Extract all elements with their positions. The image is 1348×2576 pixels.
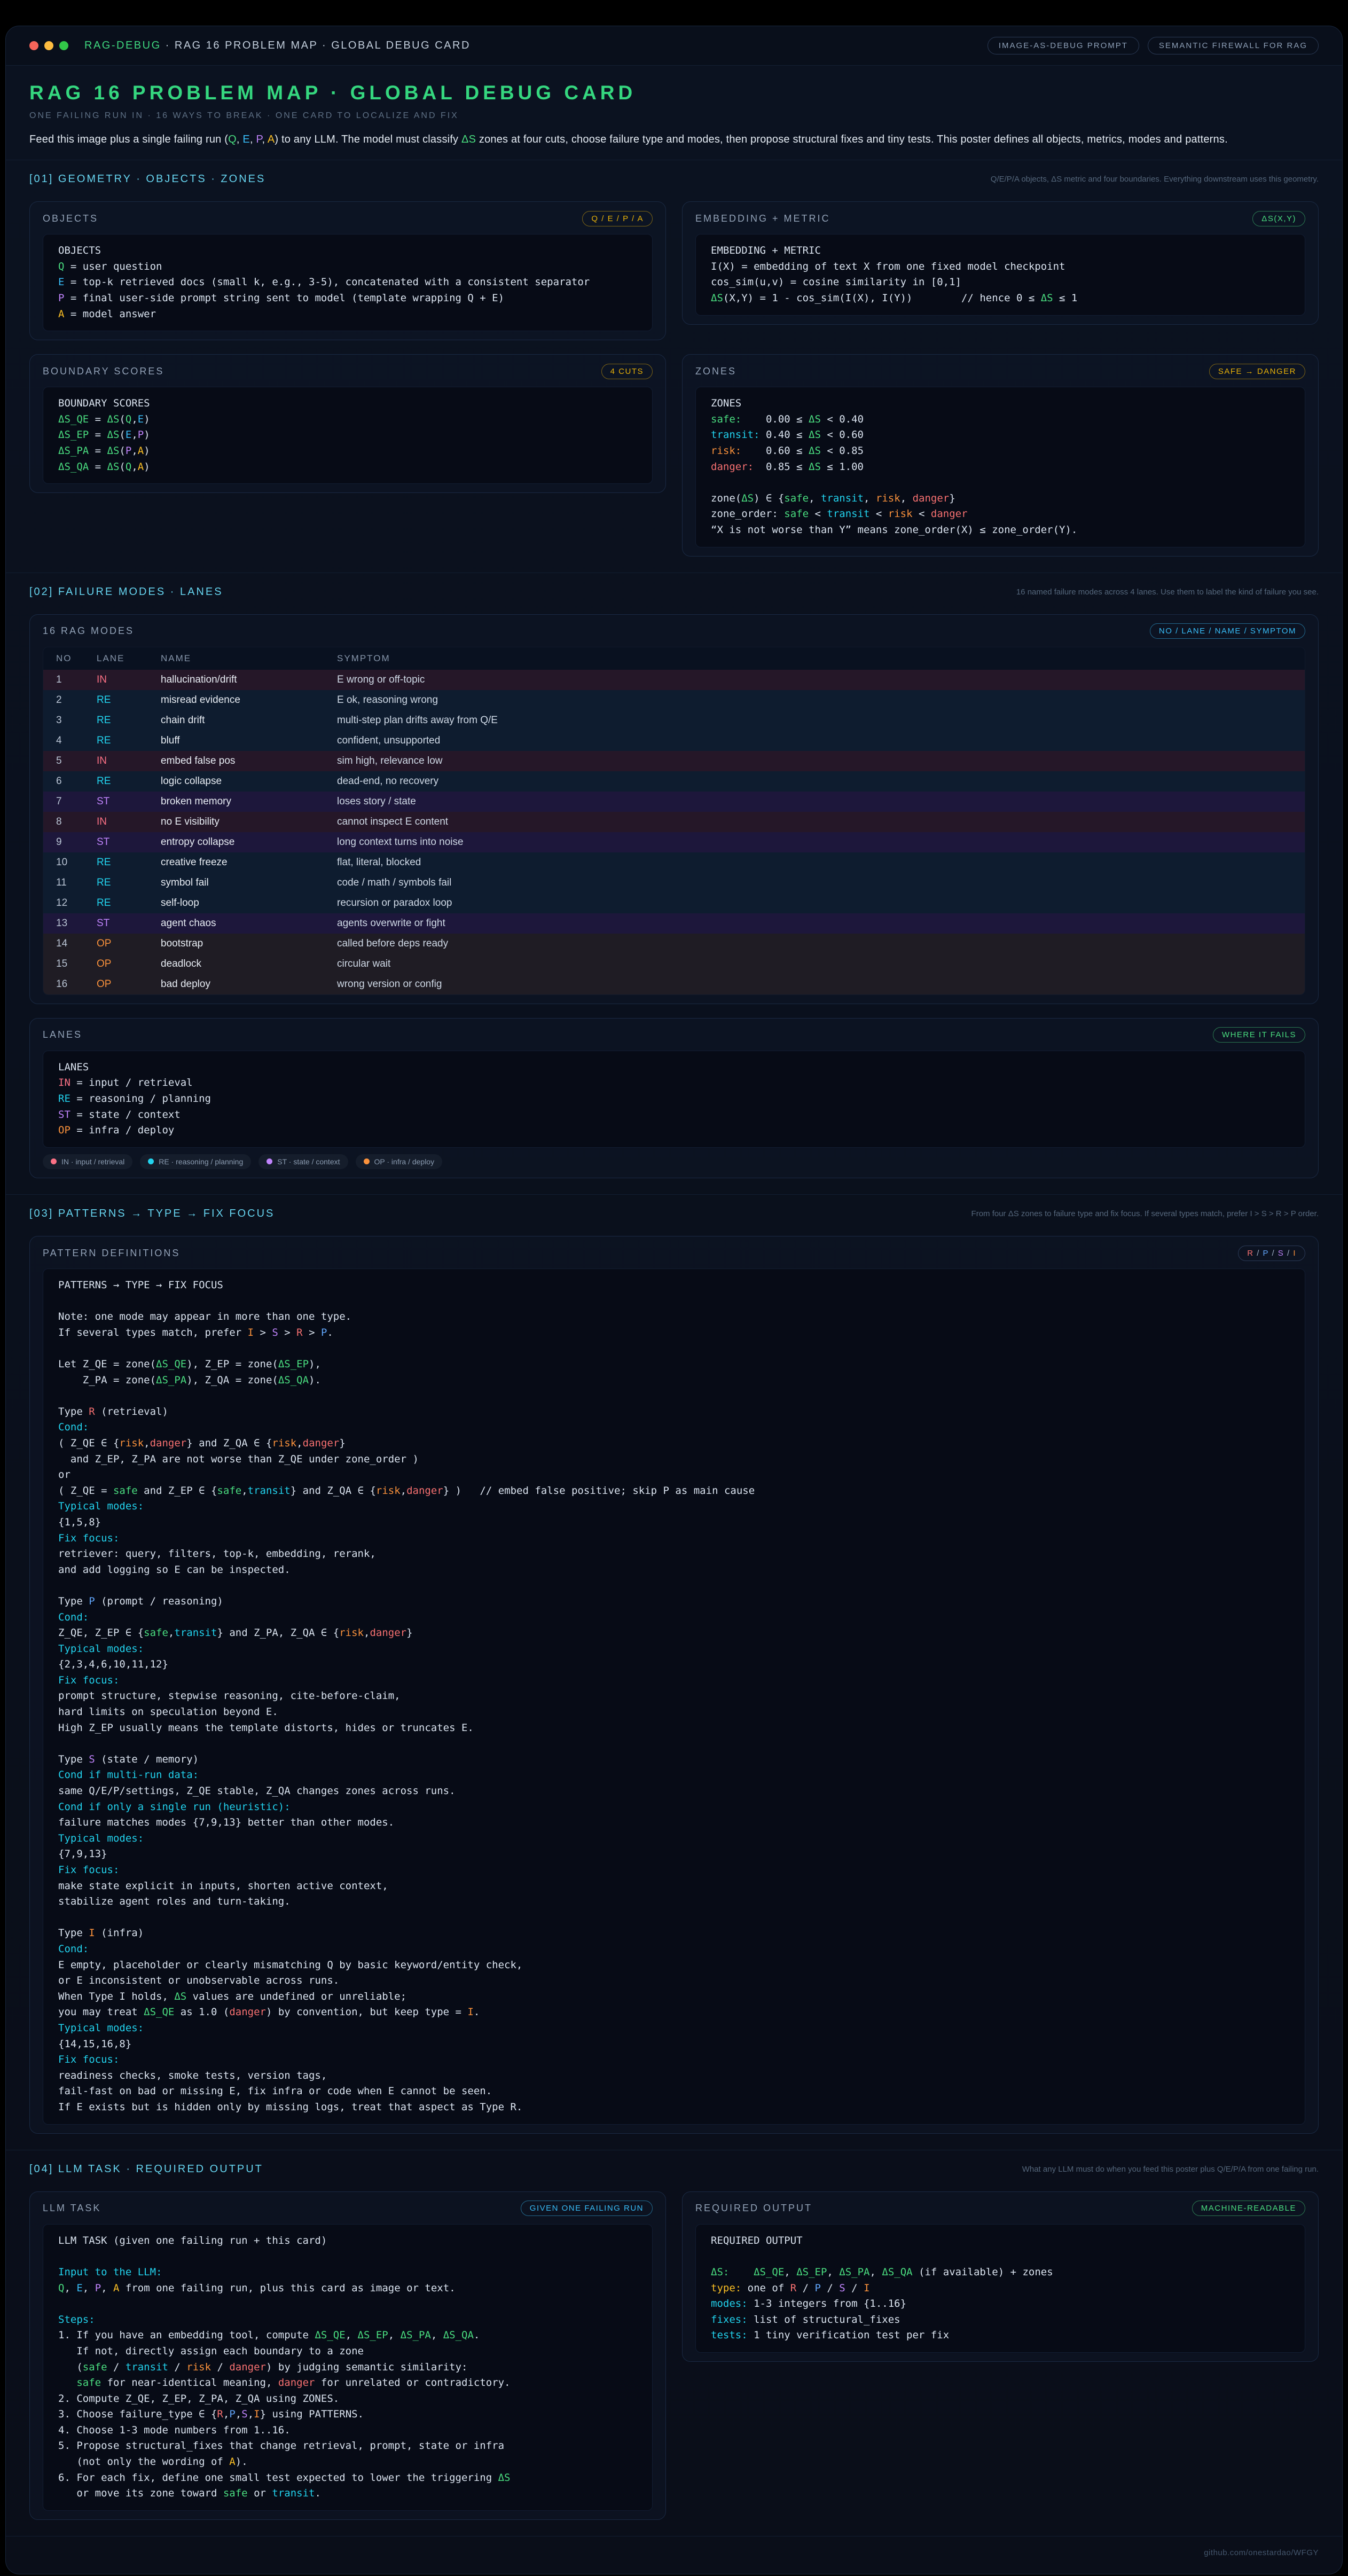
page-title: RAG 16 PROBLEM MAP · GLOBAL DEBUG CARD	[29, 82, 1319, 104]
window-zoom-button[interactable]	[59, 41, 68, 50]
section-02-label: [02] FAILURE MODES · LANES	[29, 586, 223, 598]
table-row: 1INhallucination/driftE wrong or off-top…	[43, 670, 1305, 690]
table-row: 5INembed false possim high, relevance lo…	[43, 751, 1305, 771]
panel-llm-task: LLM TASK GIVEN ONE FAILING RUN LLM TASK …	[29, 2191, 666, 2520]
header: RAG 16 PROBLEM MAP · GLOBAL DEBUG CARD O…	[6, 66, 1342, 160]
panel-rag-modes: 16 RAG MODES NO / LANE / NAME / SYMPTOM …	[29, 614, 1319, 1004]
panel-zones: ZONES SAFE → DANGER ZONESsafe: 0.00 ≤ ΔS…	[682, 354, 1319, 556]
badge-image-as-debug-prompt[interactable]: IMAGE-AS-DEBUG PROMPT	[988, 37, 1139, 54]
intro-paragraph: Feed this image plus a single failing ru…	[29, 134, 1319, 146]
modes-table: NOLANENAMESYMPTOM1INhallucination/driftE…	[43, 647, 1305, 995]
lane-dot-icon	[148, 1158, 154, 1164]
boundary-code: BOUNDARY SCORESΔS_QE = ΔS(Q,E)ΔS_EP = ΔS…	[43, 387, 653, 484]
section-02-head: [02] FAILURE MODES · LANES 16 named fail…	[29, 586, 1319, 598]
panel-lanes: LANES WHERE IT FAILS LANESIN = input / r…	[29, 1018, 1319, 1178]
panel-llm-task-badge: GIVEN ONE FAILING RUN	[521, 2201, 653, 2216]
panel-llm-task-label: LLM TASK	[43, 2203, 101, 2214]
section-02-note: 16 named failure modes across 4 lanes. U…	[1016, 586, 1319, 598]
panel-patterns-label: PATTERN DEFINITIONS	[43, 1248, 180, 1259]
section-geometry: [01] GEOMETRY · OBJECTS · ZONES Q/E/P/A …	[6, 160, 1342, 573]
section-03-label: [03] PATTERNS → TYPE → FIX FOCUS	[29, 1208, 275, 1220]
panel-pattern-definitions: PATTERN DEFINITIONS R / P / S / I PATTER…	[29, 1236, 1319, 2133]
section-03-note: From four ΔS zones to failure type and f…	[971, 1208, 1319, 1220]
section-04-head: [04] LLM TASK · REQUIRED OUTPUT What any…	[29, 2163, 1319, 2175]
zones-code: ZONESsafe: 0.00 ≤ ΔS < 0.40transit: 0.40…	[695, 387, 1305, 547]
llm-task-code: LLM TASK (given one failing run + this c…	[43, 2224, 653, 2511]
table-row: 4REbluffconfident, unsupported	[43, 731, 1305, 751]
badge-semantic-firewall[interactable]: SEMANTIC FIREWALL FOR RAG	[1148, 37, 1319, 54]
patterns-code: PATTERNS → TYPE → FIX FOCUS Note: one mo…	[43, 1269, 1305, 2124]
lane-dot-icon	[267, 1158, 272, 1164]
table-row: 16OPbad deploywrong version or config	[43, 974, 1305, 995]
panel-boundary-scores: BOUNDARY SCORES 4 CUTS BOUNDARY SCORESΔS…	[29, 354, 666, 493]
panel-embedding: EMBEDDING + METRIC ΔS(X,Y) EMBEDDING + M…	[682, 201, 1319, 324]
table-row: 3REchain driftmulti-step plan drifts awa…	[43, 710, 1305, 731]
panel-modes-badge: NO / LANE / NAME / SYMPTOM	[1150, 623, 1305, 639]
panel-required-output: REQUIRED OUTPUT MACHINE-READABLE REQUIRE…	[682, 2191, 1319, 2362]
lane-legend-chip: IN · input / retrieval	[43, 1154, 132, 1169]
page-subtitle: ONE FAILING RUN IN · 16 WAYS TO BREAK · …	[29, 111, 1319, 121]
titlebar-badges: IMAGE-AS-DEBUG PROMPT SEMANTIC FIREWALL …	[988, 37, 1319, 54]
window-minimize-button[interactable]	[44, 41, 53, 50]
panel-objects: OBJECTS Q / E / P / A OBJECTSQ = user qu…	[29, 201, 666, 340]
window-titlebar: RAG-DEBUG · RAG 16 PROBLEM MAP · GLOBAL …	[6, 26, 1342, 66]
panel-lanes-badge: WHERE IT FAILS	[1213, 1027, 1305, 1043]
panel-embedding-label: EMBEDDING + METRIC	[695, 213, 830, 224]
required-output-code: REQUIRED OUTPUT ΔS: ΔS_QE, ΔS_EP, ΔS_PA,…	[695, 2224, 1305, 2353]
panel-required-output-badge: MACHINE-READABLE	[1192, 2201, 1305, 2216]
lanes-code: LANESIN = input / retrievalRE = reasonin…	[43, 1051, 1305, 1148]
section-03-head: [03] PATTERNS → TYPE → FIX FOCUS From fo…	[29, 1208, 1319, 1220]
panel-objects-label: OBJECTS	[43, 213, 98, 224]
section-01-label: [01] GEOMETRY · OBJECTS · ZONES	[29, 173, 265, 185]
window-title: RAG-DEBUG · RAG 16 PROBLEM MAP · GLOBAL …	[84, 40, 471, 52]
footer-link[interactable]: github.com/onestardao/WFGY	[1204, 2548, 1319, 2557]
section-01-note: Q/E/P/A objects, ΔS metric and four boun…	[991, 173, 1319, 185]
lane-dot-icon	[51, 1158, 57, 1164]
panel-objects-badge: Q / E / P / A	[582, 211, 653, 226]
table-row: 8INno E visibilitycannot inspect E conte…	[43, 812, 1305, 832]
table-row: 7STbroken memoryloses story / state	[43, 792, 1305, 812]
modes-table-header: NOLANENAMESYMPTOM	[43, 647, 1305, 670]
window-controls	[29, 41, 68, 50]
section-failure-modes: [02] FAILURE MODES · LANES 16 named fail…	[6, 573, 1342, 1194]
panel-boundary-label: BOUNDARY SCORES	[43, 366, 164, 377]
window-title-text: · RAG 16 PROBLEM MAP · GLOBAL DEBUG CARD	[161, 40, 471, 51]
section-04-label: [04] LLM TASK · REQUIRED OUTPUT	[29, 2163, 263, 2175]
table-row: 2REmisread evidenceE ok, reasoning wrong	[43, 690, 1305, 710]
panel-modes-label: 16 RAG MODES	[43, 625, 134, 637]
section-patterns: [03] PATTERNS → TYPE → FIX FOCUS From fo…	[6, 1194, 1342, 2150]
table-row: 15OPdeadlockcircular wait	[43, 954, 1305, 974]
table-row: 6RElogic collapsedead-end, no recovery	[43, 771, 1305, 792]
panel-embedding-badge: ΔS(X,Y)	[1252, 211, 1305, 226]
lane-dot-icon	[364, 1158, 370, 1164]
section-04-note: What any LLM must do when you feed this …	[1022, 2163, 1319, 2175]
lane-legend-chip: RE · reasoning / planning	[140, 1154, 251, 1169]
footer: github.com/onestardao/WFGY	[6, 2536, 1342, 2574]
table-row: 10REcreative freezeflat, literal, blocke…	[43, 852, 1305, 873]
page: RAG-DEBUG · RAG 16 PROBLEM MAP · GLOBAL …	[0, 0, 1348, 2574]
table-row: 11REsymbol failcode / math / symbols fai…	[43, 873, 1305, 893]
section-llm-task: [04] LLM TASK · REQUIRED OUTPUT What any…	[6, 2150, 1342, 2536]
panel-zones-badge: SAFE → DANGER	[1209, 364, 1305, 379]
table-row: 9STentropy collapselong context turns in…	[43, 832, 1305, 852]
panel-required-output-label: REQUIRED OUTPUT	[695, 2203, 812, 2214]
panel-lanes-label: LANES	[43, 1029, 82, 1040]
window-close-button[interactable]	[29, 41, 38, 50]
lane-legend-chip: ST · state / context	[258, 1154, 348, 1169]
panel-patterns-badge: R / P / S / I	[1238, 1246, 1305, 1261]
table-row: 12REself-looprecursion or paradox loop	[43, 893, 1305, 913]
lane-legend-chip: OP · infra / deploy	[356, 1154, 443, 1169]
table-row: 13STagent chaosagents overwrite or fight	[43, 913, 1305, 934]
debug-card-window: RAG-DEBUG · RAG 16 PROBLEM MAP · GLOBAL …	[5, 26, 1343, 2574]
lanes-legend: IN · input / retrieval RE · reasoning / p…	[43, 1154, 1305, 1169]
app-name: RAG-DEBUG	[84, 40, 161, 51]
panel-zones-label: ZONES	[695, 366, 736, 377]
objects-code: OBJECTSQ = user questionE = top-k retrie…	[43, 234, 653, 331]
panel-boundary-badge: 4 CUTS	[601, 364, 653, 379]
table-row: 14OPbootstrapcalled before deps ready	[43, 934, 1305, 954]
embedding-code: EMBEDDING + METRICI(X) = embedding of te…	[695, 234, 1305, 315]
section-01-head: [01] GEOMETRY · OBJECTS · ZONES Q/E/P/A …	[29, 173, 1319, 185]
